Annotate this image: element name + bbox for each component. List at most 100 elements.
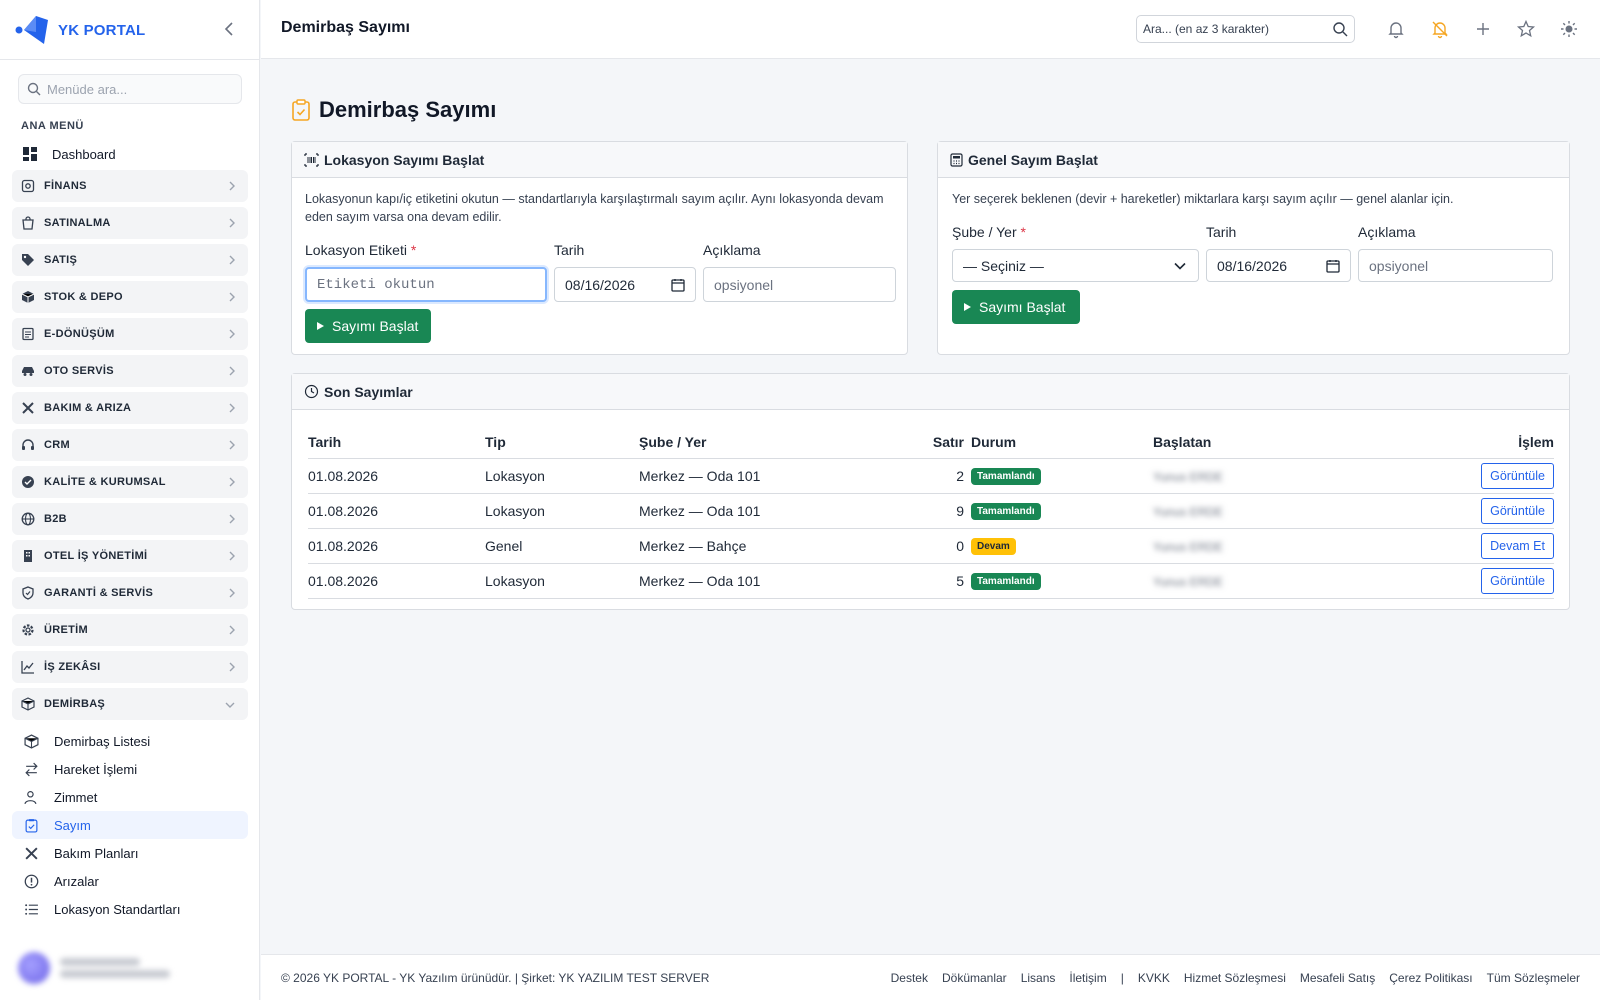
sidebar-group-crm[interactable]: CRM bbox=[12, 429, 248, 461]
date-field[interactable]: 08/16/2026 bbox=[554, 267, 696, 302]
start-location-count-button[interactable]: Sayımı Başlat bbox=[305, 309, 431, 343]
sidebar-group-kalite-kurumsal[interactable]: KALİTE & KURUMSAL bbox=[12, 466, 248, 498]
search-icon bbox=[27, 82, 41, 96]
footer-link-iletisim[interactable]: İletişim bbox=[1069, 971, 1106, 985]
search-icon[interactable] bbox=[1332, 21, 1348, 37]
sidebar-group-garanti-servis[interactable]: GARANTİ & SERVİS bbox=[12, 577, 248, 609]
sidebar-item-label: Demirbaş Listesi bbox=[54, 733, 151, 749]
sidebar-group-oto-servis[interactable]: OTO SERVİS bbox=[12, 355, 248, 387]
calculator-icon bbox=[950, 152, 963, 167]
sidebar-item-arizalar[interactable]: Arızalar bbox=[12, 867, 248, 895]
sidebar-item-hareket-islemi[interactable]: Hareket İşlemi bbox=[12, 755, 248, 783]
brand[interactable]: YK PORTAL bbox=[14, 12, 145, 48]
note-input[interactable] bbox=[714, 276, 895, 293]
general-count-card: Genel Sayım Başlat Yer seçerek beklenen … bbox=[937, 141, 1570, 355]
global-search[interactable] bbox=[1136, 15, 1355, 43]
star-icon bbox=[1516, 19, 1536, 38]
sidebar-group-stok-depo[interactable]: STOK & DEPO bbox=[12, 281, 248, 313]
date-label: Tarih bbox=[554, 242, 585, 258]
global-search-input[interactable] bbox=[1143, 22, 1323, 36]
sidebar-group-demirbas[interactable]: DEMİRBAŞ bbox=[12, 688, 248, 720]
arrows-swap-icon bbox=[25, 762, 38, 776]
calendar-icon[interactable] bbox=[1326, 259, 1340, 273]
notifications-button[interactable] bbox=[1386, 19, 1406, 39]
cell-status: Devam bbox=[971, 528, 1153, 564]
car-icon bbox=[22, 367, 34, 376]
bell-off-icon bbox=[1432, 21, 1448, 39]
sidebar-group-otel[interactable]: OTEL İŞ YÖNETİMİ bbox=[12, 540, 248, 572]
theme-toggle-button[interactable] bbox=[1559, 19, 1579, 39]
sun-icon bbox=[1561, 21, 1577, 37]
menu-search[interactable] bbox=[18, 74, 242, 104]
cell-lines: 5 bbox=[914, 563, 971, 599]
demirbas-submenu: Demirbaş Listesi Hareket İşlemi Zimmet S… bbox=[12, 727, 248, 923]
sidebar-item-label: Dashboard bbox=[52, 146, 116, 162]
cell-type: Genel bbox=[485, 528, 639, 564]
cell-place: Merkez — Oda 101 bbox=[639, 458, 914, 494]
location-tag-field[interactable] bbox=[305, 267, 547, 302]
sidebar-group-e-donusum[interactable]: E-DÖNÜŞÜM bbox=[12, 318, 248, 350]
column-header: İşlem bbox=[1393, 426, 1554, 459]
cell-action: Görüntüle bbox=[1393, 493, 1554, 529]
avatar bbox=[18, 952, 50, 984]
view-button[interactable]: Görüntüle bbox=[1481, 497, 1554, 524]
footer-link-destek[interactable]: Destek bbox=[891, 971, 928, 985]
sidebar-group-label: BAKIM & ARIZA bbox=[44, 402, 132, 414]
card-title: Son Sayımlar bbox=[324, 383, 413, 400]
footer-link-dokumanlar[interactable]: Dökümanlar bbox=[942, 971, 1007, 985]
footer-link-tum-sozlesmeler[interactable]: Tüm Sözleşmeler bbox=[1487, 971, 1580, 985]
sidebar-item-lokasyon-standartlari[interactable]: Lokasyon Standartları bbox=[12, 895, 248, 923]
footer-link-lisans[interactable]: Lisans bbox=[1021, 971, 1056, 985]
user-icon bbox=[24, 790, 37, 804]
view-button[interactable]: Görüntüle bbox=[1481, 567, 1554, 594]
add-button[interactable] bbox=[1473, 19, 1493, 39]
play-icon bbox=[317, 322, 324, 330]
button-label: Sayımı Başlat bbox=[979, 299, 1066, 315]
date-field[interactable]: 08/16/2026 bbox=[1206, 249, 1351, 282]
note-field[interactable] bbox=[1358, 249, 1553, 282]
place-select[interactable]: — Seçiniz — bbox=[952, 249, 1199, 282]
sidebar-item-demirbas-listesi[interactable]: Demirbaş Listesi bbox=[12, 727, 248, 755]
sidebar-group-uretim[interactable]: ÜRETİM bbox=[12, 614, 248, 646]
user-profile[interactable] bbox=[18, 948, 242, 988]
sidebar-item-zimmet[interactable]: Zimmet bbox=[12, 783, 248, 811]
sidebar-item-sayim[interactable]: Sayım bbox=[12, 811, 248, 839]
chevron-right-icon bbox=[229, 625, 235, 635]
sidebar-group-satis[interactable]: SATIŞ bbox=[12, 244, 248, 276]
menu-search-input[interactable] bbox=[47, 81, 227, 97]
footer-link-hizmet-sozlesmesi[interactable]: Hizmet Sözleşmesi bbox=[1184, 971, 1286, 985]
favorites-button[interactable] bbox=[1516, 19, 1536, 39]
gear-icon bbox=[22, 624, 34, 636]
footer-link-kvkk[interactable]: KVKK bbox=[1138, 971, 1170, 985]
cell-place: Merkez — Bahçe bbox=[639, 528, 914, 564]
sidebar-group-finans[interactable]: FİNANS bbox=[12, 170, 248, 202]
table-row: 01.08.2026 Lokasyon Merkez — Oda 101 2 T… bbox=[308, 458, 1554, 494]
sidebar-item-dashboard[interactable]: Dashboard bbox=[12, 142, 248, 166]
calendar-icon[interactable] bbox=[671, 278, 685, 292]
continue-button[interactable]: Devam Et bbox=[1481, 532, 1554, 559]
start-general-count-button[interactable]: Sayımı Başlat bbox=[952, 290, 1080, 324]
table-row: 01.08.2026 Genel Merkez — Bahçe 0 Devam … bbox=[308, 528, 1554, 564]
sidebar-group-bakim-ariza[interactable]: BAKIM & ARIZA bbox=[12, 392, 248, 424]
view-button[interactable]: Görüntüle bbox=[1481, 462, 1554, 489]
tag-icon bbox=[22, 254, 34, 266]
sidebar-group-is-zekasi[interactable]: İŞ ZEKÂSI bbox=[12, 651, 248, 683]
headset-icon bbox=[22, 439, 34, 450]
footer-link-mesafeli-satis[interactable]: Mesafeli Satış bbox=[1300, 971, 1375, 985]
sidebar-item-bakim-planlari[interactable]: Bakım Planları bbox=[12, 839, 248, 867]
location-tag-input[interactable] bbox=[317, 276, 545, 293]
collapse-sidebar-button[interactable] bbox=[220, 19, 238, 39]
sidebar-group-b2b[interactable]: B2B bbox=[12, 503, 248, 535]
date-label: Tarih bbox=[1206, 224, 1237, 240]
column-header: Satır bbox=[914, 426, 971, 459]
sidebar-group-label: İŞ ZEKÂSI bbox=[44, 661, 101, 673]
note-input[interactable] bbox=[1369, 257, 1552, 274]
note-field[interactable] bbox=[703, 267, 896, 302]
cell-type: Lokasyon bbox=[485, 458, 639, 494]
sidebar-group-label: KALİTE & KURUMSAL bbox=[44, 476, 166, 488]
reminders-button[interactable] bbox=[1430, 19, 1450, 39]
footer-link-cerez-politikasi[interactable]: Çerez Politikası bbox=[1389, 971, 1472, 985]
card-description: Lokasyonun kapı/iç etiketini okutun — st… bbox=[305, 192, 884, 224]
sidebar-group-satinalma[interactable]: SATINALMA bbox=[12, 207, 248, 239]
play-icon bbox=[964, 303, 971, 311]
